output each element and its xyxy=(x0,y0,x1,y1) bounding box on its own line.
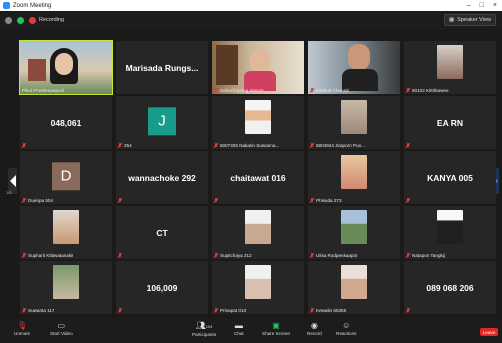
participant-tile[interactable]: Sahachopong Aksorn xyxy=(212,41,304,94)
muted-mic-icon xyxy=(214,88,218,93)
muted-mic-icon xyxy=(406,308,410,313)
video-off-icon: ▭ xyxy=(57,321,66,330)
profile-photo xyxy=(437,45,463,79)
profile-photo xyxy=(341,100,367,134)
muted-mic-icon xyxy=(214,253,218,258)
gallery-grid: Pikul Phetdeepapool Marisada Rungs... Sa… xyxy=(19,40,496,317)
muted-mic-icon xyxy=(406,253,410,258)
participant-tile[interactable]: 089 068 206 xyxy=(404,261,496,314)
share-screen-button[interactable]: ▣ Share Screen xyxy=(262,321,290,336)
muted-mic-icon xyxy=(118,308,122,313)
participant-video xyxy=(20,41,112,94)
profile-photo xyxy=(53,265,79,299)
muted-mic-icon xyxy=(406,88,410,93)
profile-photo xyxy=(341,265,367,299)
participant-tile[interactable]: Supharit Kittiwatanakit xyxy=(20,206,112,259)
close-icon[interactable]: × xyxy=(493,2,497,9)
window-controls: – □ × xyxy=(467,2,502,9)
meeting-top-bar: Recording ▦ Speaker View xyxy=(0,11,502,29)
muted-mic-icon xyxy=(406,143,410,148)
participant-video xyxy=(212,41,304,94)
zoom-app-icon xyxy=(3,2,10,9)
chat-button[interactable]: ▬ Chat xyxy=(234,321,244,336)
participant-tile[interactable]: Pikul Phetdeepapool xyxy=(19,40,113,95)
grid-icon: ▦ xyxy=(448,17,455,23)
profile-photo xyxy=(53,210,79,244)
muted-mic-icon xyxy=(310,143,314,148)
participant-tile[interactable]: 60102 Kittithawee xyxy=(404,41,496,94)
participants-button[interactable]: 👥︎104 Participants xyxy=(192,321,216,337)
record-icon: ◉ xyxy=(310,321,318,330)
participant-tile[interactable]: KANYA 005 xyxy=(404,151,496,204)
reactions-button[interactable]: ☺ Reactions xyxy=(336,321,356,336)
start-video-button[interactable]: ▭ Start Video xyxy=(50,321,73,336)
share-screen-icon: ▣ xyxy=(272,321,280,330)
leave-button[interactable]: Leave xyxy=(480,328,498,336)
participant-tile[interactable]: Marisada Rungs... xyxy=(116,41,208,94)
profile-photo xyxy=(245,265,271,299)
muted-mic-icon xyxy=(118,143,122,148)
window-title: Zoom Meeting xyxy=(13,2,52,9)
participant-tile[interactable]: Ulisa Rodpenkaapot xyxy=(308,206,400,259)
participant-tile[interactable]: Kittithat Chansiri xyxy=(308,41,400,94)
profile-photo xyxy=(341,155,367,189)
speaker-view-button[interactable]: ▦ Speaker View xyxy=(443,14,496,26)
participant-tile[interactable]: 106,009 xyxy=(116,261,208,314)
participant-tile[interactable]: Kewalin 60255 xyxy=(308,261,400,314)
participant-tile[interactable]: Phisuda 273 xyxy=(308,151,400,204)
profile-photo xyxy=(341,210,367,244)
page-indicator-left: 1/5 xyxy=(6,190,12,195)
muted-mic-icon xyxy=(310,308,314,313)
chat-icon: ▬ xyxy=(234,321,243,330)
profile-photo xyxy=(245,210,271,244)
recording-label: Recording xyxy=(39,17,65,23)
avatar: J xyxy=(148,106,176,135)
muted-mic-icon xyxy=(214,143,218,148)
title-bar: Zoom Meeting – □ × xyxy=(0,0,502,11)
muted-mic-icon xyxy=(310,198,314,203)
mic-muted-icon: 🎙︎ xyxy=(16,321,28,330)
participant-tile[interactable]: EA RN xyxy=(404,96,496,149)
muted-mic-icon xyxy=(118,198,122,203)
participant-tile[interactable]: Supitchaya 212 xyxy=(212,206,304,259)
muted-mic-icon xyxy=(22,198,26,203)
participant-tile[interactable]: 048,061 xyxy=(20,96,112,149)
meeting-toolbar: 🎙︎ Unmute ▭ Start Video 👥︎104 Participan… xyxy=(0,318,502,343)
participant-tile[interactable]: Prinapat 013 xyxy=(212,261,304,314)
participant-video xyxy=(308,41,400,94)
participant-tile[interactable]: chaitawat 016 xyxy=(212,151,304,204)
participant-tile[interactable]: CT xyxy=(116,206,208,259)
info-icon[interactable] xyxy=(5,16,12,24)
muted-mic-icon xyxy=(118,253,122,258)
profile-photo xyxy=(437,210,463,244)
participant-tile[interactable]: wannachoke 292 xyxy=(116,151,208,204)
participant-tile[interactable]: J 254 xyxy=(116,96,208,149)
security-shield-icon[interactable] xyxy=(17,16,24,24)
reactions-icon: ☺ xyxy=(342,321,351,330)
participant-tile[interactable]: D Duenpa 504 xyxy=(20,151,112,204)
muted-mic-icon xyxy=(406,198,410,203)
muted-mic-icon xyxy=(214,308,218,313)
muted-mic-icon xyxy=(310,253,314,258)
muted-mic-icon xyxy=(22,253,26,258)
chevron-left-icon xyxy=(9,175,16,187)
minimize-icon[interactable]: – xyxy=(467,2,471,9)
recording-dot-icon xyxy=(29,16,36,24)
participant-tile[interactable]: Natapon Tangkij xyxy=(404,206,496,259)
muted-mic-icon xyxy=(214,198,218,203)
muted-mic-icon xyxy=(22,308,26,313)
avatar: D xyxy=(52,161,80,190)
muted-mic-icon xyxy=(22,143,26,148)
unmute-button[interactable]: 🎙︎ Unmute xyxy=(14,321,30,336)
maximize-icon[interactable]: □ xyxy=(480,2,484,9)
participants-icon: 👥︎104 xyxy=(195,321,213,330)
participant-tile[interactable]: 6007406 Nakarin Suwanna... xyxy=(212,96,304,149)
participant-tile[interactable]: Suwanta 117 xyxy=(20,261,112,314)
muted-mic-icon xyxy=(310,88,314,93)
participant-tile[interactable]: 5804944 Jiraporn Puo... xyxy=(308,96,400,149)
participants-count: 104 xyxy=(205,324,213,329)
profile-photo xyxy=(245,100,271,134)
record-button[interactable]: ◉ Record xyxy=(307,321,322,336)
